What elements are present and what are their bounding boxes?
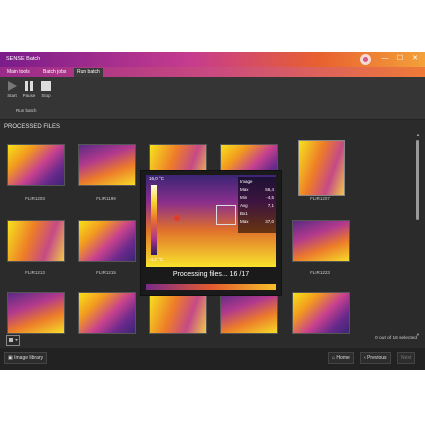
ribbon: Start Pause Stop Run batch: [0, 77, 425, 120]
app-window: SENSE Batch — ☐ ✕ Main tools Batch jobs …: [0, 52, 425, 370]
image-thumbnail[interactable]: [78, 220, 136, 262]
panel-row-value: 56,4: [265, 187, 274, 192]
pause-button[interactable]: Pause: [22, 81, 36, 98]
temperature-scale: [151, 185, 157, 255]
panel-row-name: Min: [240, 195, 248, 200]
selection-count: 0 out of 16 selected: [375, 336, 417, 341]
scroll-up-icon[interactable]: ▲: [415, 132, 421, 137]
ribbon-group-label: Run batch: [16, 108, 37, 113]
minimize-button[interactable]: —: [379, 54, 391, 64]
tab-main-tools[interactable]: Main tools: [4, 68, 33, 77]
pause-icon: [25, 81, 33, 91]
image-thumbnail[interactable]: [7, 220, 65, 262]
image-label: FLIR1207: [310, 196, 330, 201]
panel-row-name: Max: [240, 187, 249, 192]
image-label: FLIR1203: [25, 196, 45, 201]
maximize-button[interactable]: ☐: [394, 54, 406, 64]
window-title: SENSE Batch: [6, 56, 41, 62]
tab-batch-jobs[interactable]: Batch jobs: [40, 68, 69, 77]
start-button[interactable]: Start: [5, 81, 19, 98]
image-thumbnail[interactable]: [292, 220, 350, 262]
home-button[interactable]: ⌂ Home: [328, 352, 354, 364]
view-mode-button[interactable]: [6, 335, 20, 346]
hotspot-marker: [174, 215, 180, 221]
grid-view-icon: [9, 338, 18, 342]
stop-button[interactable]: Stop: [39, 81, 53, 98]
panel-row-name: Max: [240, 219, 249, 224]
panel-row-value: -4,5: [266, 195, 274, 200]
thermal-preview: 16,0 °C -4,2 °C Image Max 56,4 Min -4,5 …: [146, 175, 276, 267]
panel-row-name: Avg: [240, 203, 248, 208]
processing-dialog: 16,0 °C -4,2 °C Image Max 56,4 Min -4,5 …: [140, 170, 282, 296]
progress-bar: [146, 284, 276, 290]
previous-button[interactable]: ‹ Previous: [360, 352, 391, 364]
ribbon-tabs: Main tools Batch jobs Run batch: [0, 67, 425, 77]
image-label: FLIR1223: [310, 270, 330, 275]
close-button[interactable]: ✕: [409, 54, 421, 64]
panel-title: Image: [240, 179, 253, 184]
section-title: PROCESSED FILES: [4, 124, 61, 130]
title-bar: SENSE Batch — ☐ ✕: [0, 52, 425, 67]
image-label: FLIR1215: [96, 270, 116, 275]
image-library-button[interactable]: ▣ Image library: [4, 352, 48, 364]
panel-row-value: 7,1: [267, 203, 274, 208]
image-thumbnail[interactable]: [7, 144, 65, 186]
processing-status: Processing files... 16 /17: [172, 271, 250, 278]
image-thumbnail[interactable]: [149, 292, 207, 334]
app-logo-icon: [360, 54, 371, 65]
image-thumbnail[interactable]: [78, 144, 136, 186]
image-thumbnail[interactable]: [78, 292, 136, 334]
next-button[interactable]: Next: [397, 352, 416, 364]
panel-row-value: 37,0: [265, 219, 274, 224]
image-thumbnail[interactable]: [220, 292, 278, 334]
temp-min-label: -4,2 °C: [149, 257, 164, 262]
image-thumbnail[interactable]: [298, 140, 345, 196]
scroll-thumb[interactable]: [416, 140, 419, 220]
temp-max-label: 16,0 °C: [149, 176, 165, 181]
image-thumbnail[interactable]: [292, 292, 350, 334]
image-label: FLIR1199: [96, 196, 116, 201]
vertical-scrollbar[interactable]: ▲ ▼: [415, 132, 421, 342]
stop-icon: [41, 81, 51, 91]
measurement-panel: Image Max 56,4 Min -4,5 Avg 7,1 Bx1 Max …: [238, 177, 276, 233]
panel-row-name: Bx1: [240, 211, 248, 216]
image-thumbnail[interactable]: [7, 292, 65, 334]
play-icon: [8, 81, 17, 91]
image-label: FLIR1213: [25, 270, 45, 275]
tab-run-batch[interactable]: Run batch: [74, 68, 103, 77]
measure-box: [216, 205, 236, 225]
